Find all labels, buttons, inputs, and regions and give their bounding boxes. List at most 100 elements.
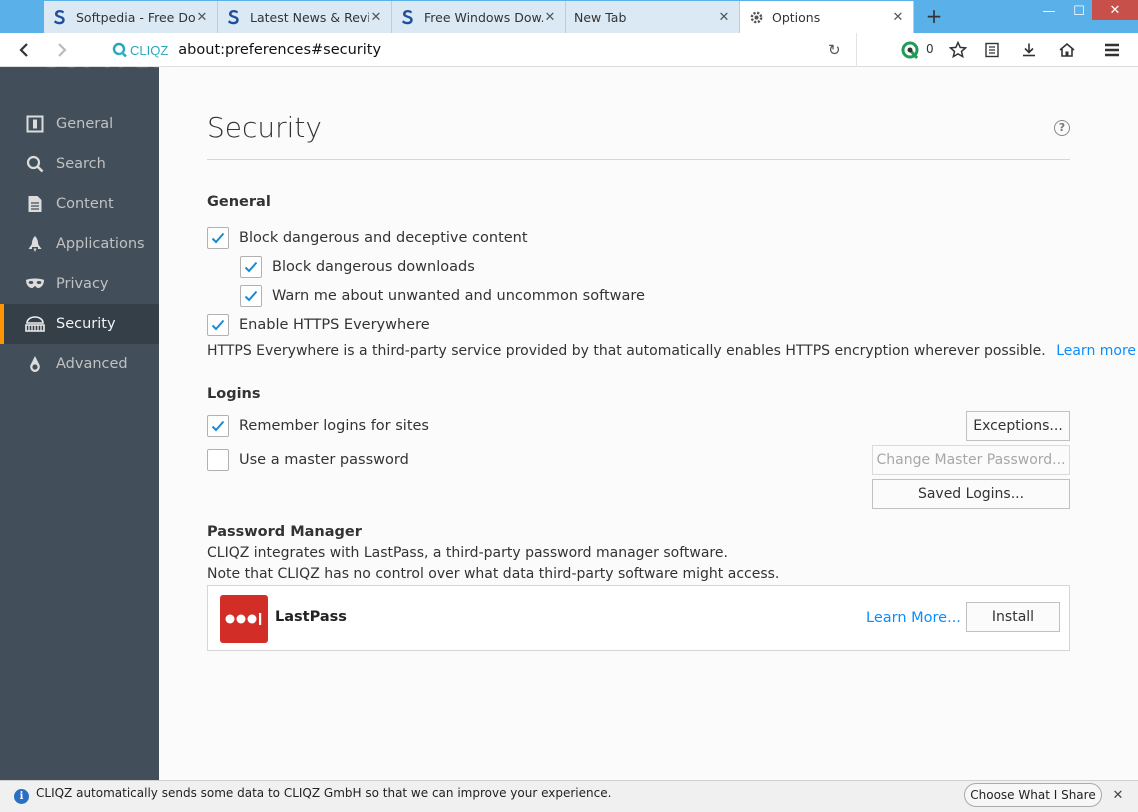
checkmark-icon bbox=[244, 290, 258, 302]
downloads-button[interactable] bbox=[1017, 38, 1041, 62]
change-master-password-button[interactable]: Change Master Password... bbox=[872, 445, 1070, 475]
new-tab-button[interactable]: + bbox=[922, 3, 946, 29]
minimize-button[interactable]: — bbox=[1034, 0, 1064, 22]
sidebar-item-label: Security bbox=[56, 316, 116, 332]
lastpass-learn-more-link[interactable]: Learn More... bbox=[866, 610, 961, 626]
tracker-counter: 0 bbox=[926, 42, 934, 56]
checkbox-label: Use a master password bbox=[239, 452, 409, 468]
master-password-checkbox[interactable] bbox=[207, 449, 229, 471]
sidebar-item-search[interactable]: Search bbox=[0, 144, 159, 184]
section-heading-logins: Logins bbox=[207, 386, 261, 402]
sidebar-item-label: Privacy bbox=[56, 276, 109, 292]
privacy-mask-icon bbox=[24, 273, 46, 295]
checkmark-icon bbox=[211, 319, 225, 331]
tab-free-windows[interactable]: Free Windows Dow... ✕ bbox=[392, 1, 566, 33]
sidebar-item-security[interactable]: Security bbox=[0, 304, 159, 344]
tab-options[interactable]: Options ✕ bbox=[740, 1, 914, 33]
lastpass-logo-icon bbox=[220, 595, 268, 643]
block-downloads-checkbox[interactable] bbox=[240, 256, 262, 278]
tab-title: Softpedia - Free Do... bbox=[76, 9, 195, 25]
home-icon bbox=[1059, 42, 1075, 57]
tab-new-tab[interactable]: New Tab ✕ bbox=[566, 1, 740, 33]
sidebar-item-content[interactable]: Content bbox=[0, 184, 159, 224]
sidebar-item-label: Search bbox=[56, 156, 106, 172]
divider bbox=[856, 33, 857, 67]
reload-icon[interactable]: ↻ bbox=[828, 41, 841, 59]
tab-softpedia[interactable]: Softpedia - Free Do... ✕ bbox=[44, 1, 218, 33]
preferences-sidebar: SOFTPEDIA General Search Content Applica… bbox=[0, 49, 199, 780]
general-icon bbox=[24, 113, 46, 135]
back-button[interactable] bbox=[12, 38, 36, 62]
install-button[interactable]: Install bbox=[966, 602, 1060, 632]
choose-what-i-share-button[interactable]: Choose What I Share bbox=[964, 783, 1102, 807]
bookmark-star-button[interactable] bbox=[946, 38, 970, 62]
remember-logins-checkbox[interactable] bbox=[207, 415, 229, 437]
warn-unwanted-row[interactable]: Warn me about unwanted and uncommon soft… bbox=[240, 285, 645, 307]
close-icon[interactable]: ✕ bbox=[1108, 786, 1128, 806]
sidebar-item-label: Applications bbox=[56, 236, 145, 252]
learn-more-link[interactable]: Learn more bbox=[1056, 343, 1136, 359]
preferences-content: Security ? General Block dangerous and d… bbox=[159, 67, 1138, 780]
checkbox-label: Enable HTTPS Everywhere bbox=[239, 317, 430, 333]
close-window-button[interactable]: ✕ bbox=[1092, 0, 1138, 20]
search-icon bbox=[24, 153, 46, 175]
tab-close-icon[interactable]: ✕ bbox=[543, 10, 557, 25]
tab-close-icon[interactable]: ✕ bbox=[369, 10, 383, 25]
password-manager-line2: Note that CLIQZ has no control over what… bbox=[207, 566, 780, 582]
master-password-row[interactable]: Use a master password bbox=[207, 449, 409, 471]
sidebar-item-label: Content bbox=[56, 196, 114, 212]
sidebar-item-advanced[interactable]: Advanced bbox=[0, 344, 159, 384]
checkmark-icon bbox=[211, 232, 225, 244]
content-icon bbox=[24, 193, 46, 215]
exceptions-button[interactable]: Exceptions... bbox=[966, 411, 1070, 441]
https-everywhere-row[interactable]: Enable HTTPS Everywhere bbox=[207, 314, 430, 336]
checkbox-label: Warn me about unwanted and uncommon soft… bbox=[272, 288, 645, 304]
tab-title: Latest News & Revie... bbox=[250, 9, 369, 25]
tab-latest-news[interactable]: Latest News & Revie... ✕ bbox=[218, 1, 392, 33]
title-bar: Softpedia - Free Do... ✕ Latest News & R… bbox=[0, 0, 1138, 33]
https-everywhere-checkbox[interactable] bbox=[207, 314, 229, 336]
sidebar-item-applications[interactable]: Applications bbox=[0, 224, 159, 264]
download-icon bbox=[1023, 43, 1035, 57]
https-description-text: HTTPS Everywhere is a third-party servic… bbox=[207, 343, 1046, 359]
block-downloads-row[interactable]: Block dangerous downloads bbox=[240, 256, 475, 278]
star-icon bbox=[949, 41, 967, 59]
saved-logins-button[interactable]: Saved Logins... bbox=[872, 479, 1070, 509]
reading-list-button[interactable] bbox=[980, 38, 1004, 62]
block-dangerous-checkbox[interactable] bbox=[207, 227, 229, 249]
tab-close-icon[interactable]: ✕ bbox=[195, 10, 209, 25]
menu-button[interactable] bbox=[1100, 38, 1124, 62]
sidebar-item-general[interactable]: General bbox=[0, 104, 159, 144]
tab-title: Free Windows Dow... bbox=[424, 9, 543, 25]
checkbox-label: Block dangerous downloads bbox=[272, 259, 475, 275]
back-arrow-icon bbox=[19, 43, 28, 57]
lastpass-card: LastPass Learn More... Install bbox=[207, 585, 1070, 651]
block-dangerous-row[interactable]: Block dangerous and deceptive content bbox=[207, 227, 528, 249]
cliqz-ghostery-button[interactable] bbox=[898, 38, 922, 62]
tab-close-icon[interactable]: ✕ bbox=[891, 10, 905, 25]
tab-title: New Tab bbox=[574, 9, 627, 25]
hamburger-icon bbox=[1105, 43, 1119, 57]
checkmark-icon bbox=[244, 261, 258, 273]
remember-logins-row[interactable]: Remember logins for sites bbox=[207, 415, 429, 437]
home-button[interactable] bbox=[1055, 38, 1079, 62]
security-icon bbox=[24, 313, 46, 335]
url-text[interactable]: about:preferences#security bbox=[178, 42, 381, 58]
title-divider bbox=[207, 159, 1070, 160]
gear-icon bbox=[748, 9, 764, 25]
maximize-button[interactable]: ☐ bbox=[1064, 0, 1094, 22]
help-icon[interactable]: ? bbox=[1054, 120, 1070, 136]
section-heading-general: General bbox=[207, 194, 271, 210]
tab-close-icon[interactable]: ✕ bbox=[717, 10, 731, 25]
sidebar-item-label: Advanced bbox=[56, 356, 128, 372]
checkmark-icon bbox=[211, 420, 225, 432]
warn-unwanted-checkbox[interactable] bbox=[240, 285, 262, 307]
url-bar[interactable]: CLIQZ about:preferences#security bbox=[112, 37, 856, 63]
applications-icon bbox=[24, 233, 46, 255]
tab-strip: Softpedia - Free Do... ✕ Latest News & R… bbox=[44, 1, 914, 33]
checkbox-label: Remember logins for sites bbox=[239, 418, 429, 434]
sidebar-item-privacy[interactable]: Privacy bbox=[0, 264, 159, 304]
page-title: Security bbox=[207, 111, 322, 144]
status-bar: i CLIQZ automatically sends some data to… bbox=[0, 780, 1138, 812]
softpedia-icon bbox=[400, 9, 416, 25]
